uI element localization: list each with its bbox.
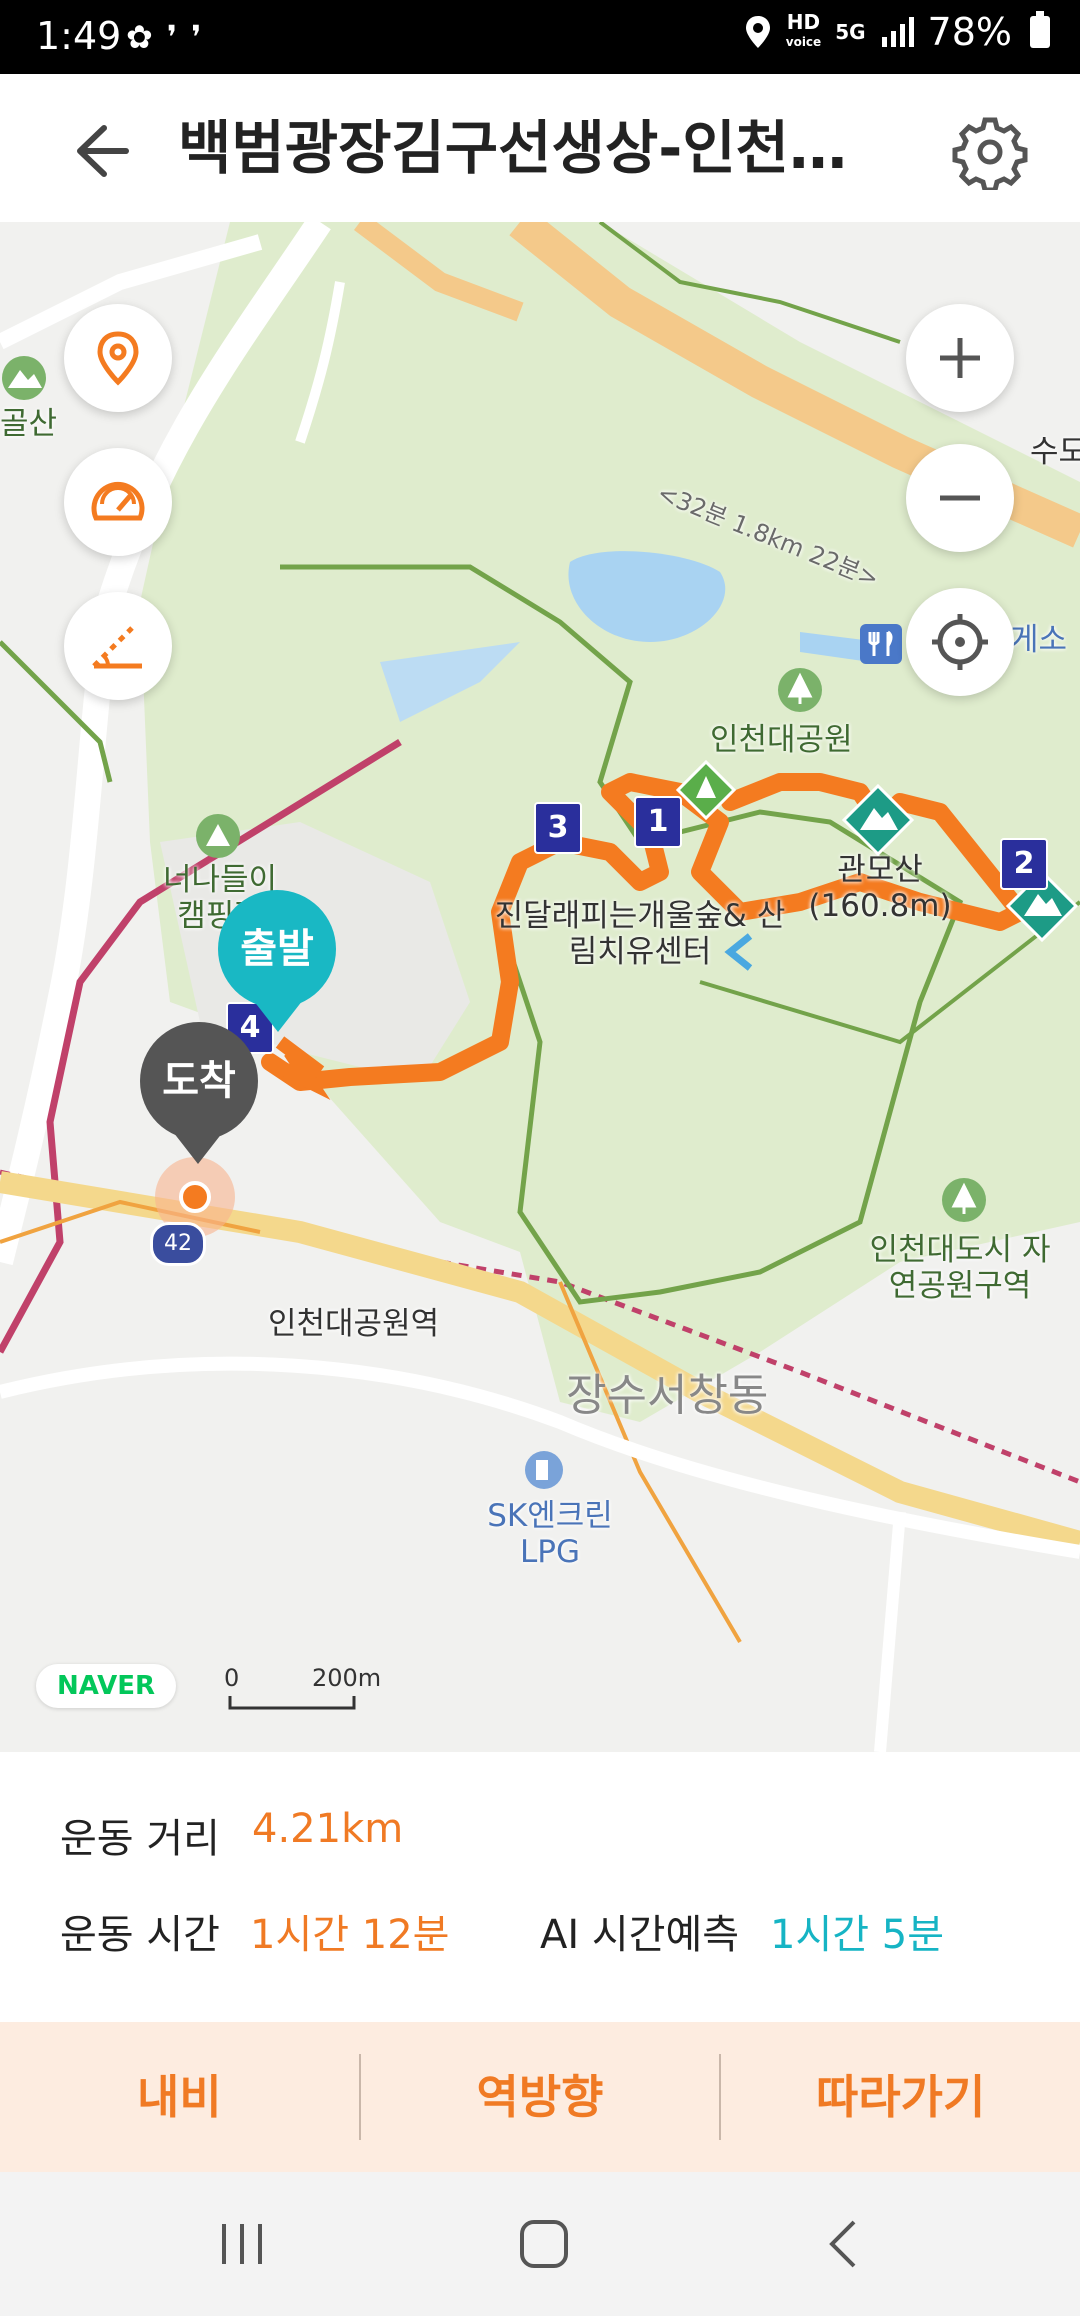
map-view[interactable]: <32분 1.8km 22분> 인천대공원 너나들이 캠핑장 진달래피는개울숲&… xyxy=(0,222,1080,1752)
app-bar: 백범광장김구선생상-인천대공원 xyxy=(0,74,1080,223)
right-top-label: 수도 xyxy=(1030,434,1080,470)
ai-estimate-label: AI 시간예측 xyxy=(540,1912,740,1958)
gear-icon[interactable] xyxy=(952,114,1028,190)
zoom-out-icon xyxy=(940,495,980,501)
speedometer-icon xyxy=(91,481,145,521)
start-pin[interactable]: 출발 xyxy=(218,890,336,1008)
distance-value: 4.21km xyxy=(252,1806,404,1852)
naver-logo: NAVER xyxy=(36,1664,176,1708)
end-pin-tail xyxy=(170,1128,226,1164)
follow-button[interactable]: 따라가기 xyxy=(721,2022,1080,2172)
left-edge-label: 골산 xyxy=(0,406,58,442)
waypoint-marker-1[interactable]: 1 xyxy=(634,796,682,848)
end-pin[interactable]: 도착 xyxy=(140,1022,258,1140)
distance-label: 운동 거리 xyxy=(60,1816,220,1862)
current-location-button[interactable] xyxy=(906,588,1014,696)
zoom-in-button[interactable] xyxy=(906,304,1014,412)
battery-percent: 78% xyxy=(927,10,1012,54)
status-time: 1:49 xyxy=(36,14,122,58)
speedometer-button[interactable] xyxy=(64,448,172,556)
location-icon xyxy=(745,16,770,48)
mountain-label: 관모산 (160.8m) xyxy=(808,852,952,924)
ai-estimate-value: 1시간 5분 xyxy=(770,1912,945,1958)
location-pin-button[interactable] xyxy=(64,304,172,412)
status-bar: 1:49 ✿❜❜ HD voice 5G 78% xyxy=(0,0,1080,74)
gas-station-label: SK엔크린 LPG xyxy=(487,1498,613,1570)
nature-park-icon xyxy=(942,1178,986,1222)
park-tree-icon xyxy=(778,668,822,712)
direction-arrow-icon xyxy=(724,933,753,971)
time-value: 1시간 12분 xyxy=(250,1912,450,1958)
station-label: 인천대공원역 xyxy=(268,1306,440,1342)
camping-icon xyxy=(196,814,240,858)
zoom-out-button[interactable] xyxy=(906,444,1014,552)
restaurant-icon xyxy=(860,624,902,664)
stats-panel: 운동 거리 4.21km 운동 시간 1시간 12분 AI 시간예측 1시간 5… xyxy=(0,1752,1080,2020)
zoom-in-icon xyxy=(940,338,980,378)
home-icon[interactable] xyxy=(514,2214,574,2274)
scale-label: 200m xyxy=(312,1664,382,1692)
status-right: HD voice 5G 78% xyxy=(744,10,1050,54)
start-pin-tail xyxy=(250,996,306,1032)
back-icon[interactable] xyxy=(816,2214,876,2274)
route-42-shield: 42 xyxy=(150,1222,206,1266)
navi-button[interactable]: 내비 xyxy=(0,2022,359,2172)
notification-icons: ✿❜❜ xyxy=(126,18,216,56)
action-bar: 내비 역방향 따라가기 xyxy=(0,2022,1080,2172)
recent-apps-icon[interactable] xyxy=(212,2214,272,2274)
nature-park-label: 인천대도시 자연공원구역 xyxy=(869,1232,1051,1304)
network-5g-icon: 5G xyxy=(835,20,866,44)
page-title: 백범광장김구선생상-인천대공원 xyxy=(178,114,878,182)
park-label: 인천대공원 xyxy=(710,722,853,758)
hd-voice-icon: HD voice xyxy=(785,10,822,49)
crosshair-icon xyxy=(932,614,988,670)
location-pin-icon xyxy=(97,331,139,386)
slope-icon xyxy=(92,626,142,669)
time-label: 운동 시간 xyxy=(60,1912,220,1958)
waypoint-marker-2[interactable]: 2 xyxy=(1000,838,1048,890)
system-navigation-bar xyxy=(0,2172,1080,2316)
mountain-poi-icon xyxy=(2,356,46,400)
arrow-left-icon[interactable] xyxy=(64,116,134,186)
slope-button[interactable] xyxy=(64,592,172,700)
battery-icon xyxy=(1030,11,1050,48)
scale-bar xyxy=(228,1696,356,1710)
waypoint-marker-3[interactable]: 3 xyxy=(534,802,582,854)
signal-icon xyxy=(881,17,914,47)
mountain-peak-marker[interactable] xyxy=(842,784,914,856)
district-label: 장수서창동 xyxy=(566,1370,769,1421)
reverse-button[interactable]: 역방향 xyxy=(361,2022,720,2172)
forest-poi-marker[interactable] xyxy=(676,760,736,832)
gas-station-icon xyxy=(525,1451,563,1489)
rest-area-label: 게소 xyxy=(1010,622,1068,658)
scale-zero: 0 xyxy=(224,1664,240,1692)
